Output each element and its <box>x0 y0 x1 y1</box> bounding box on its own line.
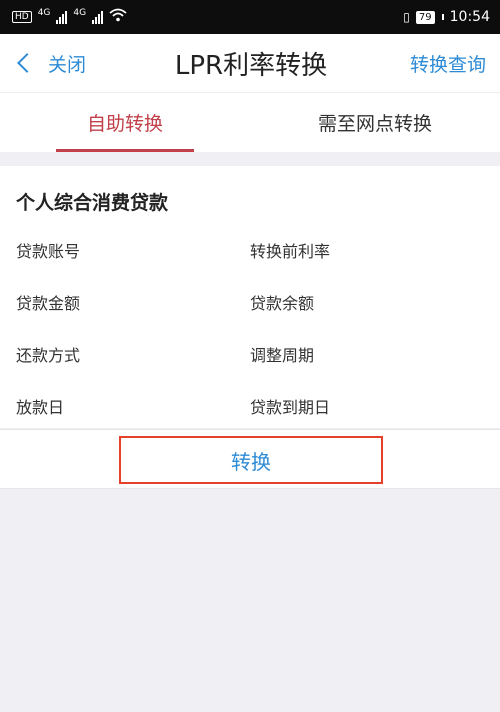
status-right: ▯ 79 10:54 <box>403 9 490 25</box>
battery-icon: 79 <box>415 10 435 24</box>
loan-info-card: 个人综合消费贷款 贷款账号 转换前利率 贷款金额 贷款余额 还款方式 调整周期 … <box>0 166 500 428</box>
network-type-2: 4G <box>73 8 87 18</box>
signal-icon-2 <box>92 10 104 24</box>
battery-tip <box>441 14 444 20</box>
status-bar: HD 4G 4G ▯ 79 10:54 <box>0 0 500 34</box>
signal-icon <box>56 10 68 24</box>
battery-level: 79 <box>418 11 432 23</box>
vibrate-icon: ▯ <box>403 10 410 24</box>
close-button[interactable]: 关闭 <box>16 50 136 77</box>
tab-branch[interactable]: 需至网点转换 <box>250 93 500 152</box>
field-adjust-period: 调整周期 <box>250 346 315 365</box>
field-repayment-method: 还款方式 <box>16 346 81 365</box>
clock: 10:54 <box>449 9 490 25</box>
loan-type-title: 个人综合消费贷款 <box>16 192 169 214</box>
close-label[interactable]: 关闭 <box>48 50 86 77</box>
tab-self-service[interactable]: 自助转换 <box>0 93 250 152</box>
field-loan-balance: 贷款余额 <box>250 294 315 313</box>
nav-bar: 关闭 LPR利率转换 转换查询 <box>0 34 500 92</box>
action-bar: 转换 <box>0 429 500 489</box>
field-disbursement-date: 放款日 <box>16 398 65 417</box>
wifi-icon <box>109 8 127 26</box>
conversion-query-button[interactable]: 转换查询 <box>366 50 486 77</box>
hd-badge: HD <box>12 11 32 23</box>
network-type-1: 4G <box>37 8 51 18</box>
page-title: LPR利率转换 <box>174 50 328 81</box>
field-loan-amount: 贷款金额 <box>16 294 81 313</box>
field-loan-account: 贷款账号 <box>16 242 81 261</box>
status-left: HD 4G 4G <box>12 8 127 26</box>
back-chevron-icon[interactable] <box>17 53 37 73</box>
tab-bar: 自助转换 需至网点转换 <box>0 92 500 152</box>
field-maturity-date: 贷款到期日 <box>250 398 331 417</box>
field-rate-before: 转换前利率 <box>250 242 331 261</box>
convert-button[interactable]: 转换 <box>119 436 383 484</box>
